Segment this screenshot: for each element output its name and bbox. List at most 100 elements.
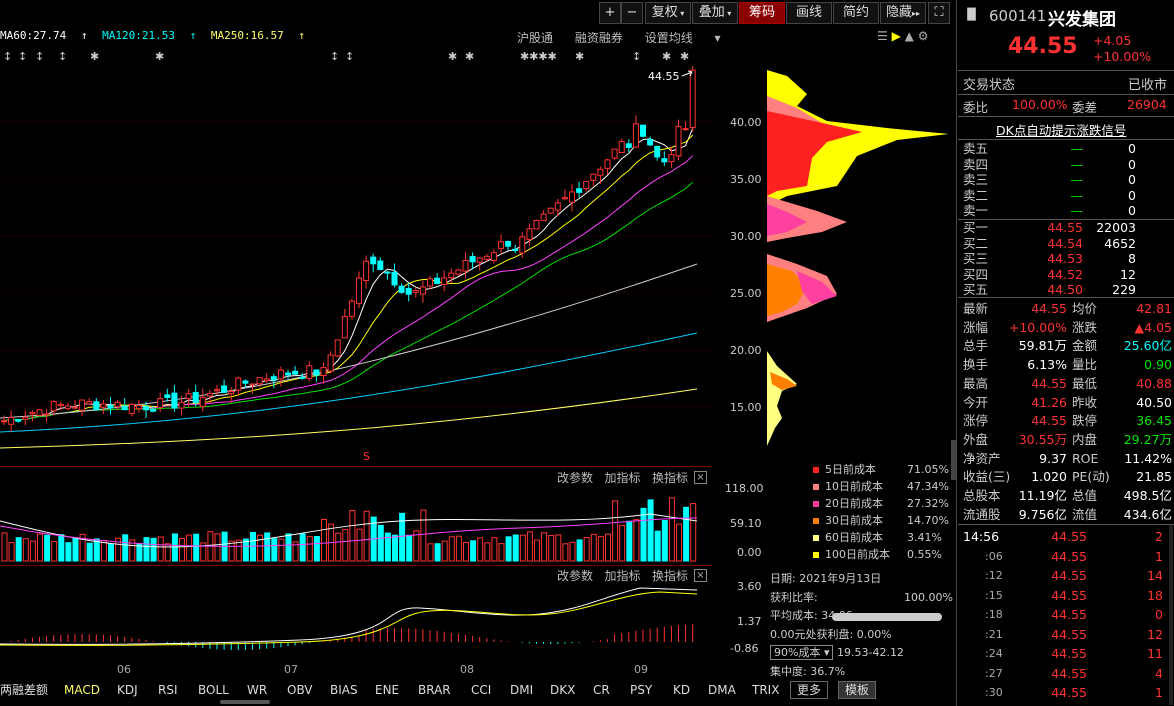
kline-chart[interactable]: ↕ ↕ ↕ ↕ ✱ ✱ ↕ ↕ ✱ ✱ ✱✱✱✱ ✱ ↕ ✱ ✱ S 44.55 <box>0 46 712 466</box>
candle-body <box>64 405 71 409</box>
tab-1[interactable]: MACD <box>64 680 100 700</box>
volume-bar <box>264 532 271 562</box>
level-price: 44.52 <box>1047 266 1083 282</box>
buy-level[interactable]: 买一 44.55 22003 <box>963 220 1169 236</box>
month-tick: 08 <box>460 663 474 676</box>
tab-3[interactable]: RSI <box>158 680 178 700</box>
tab-14[interactable]: PSY <box>630 680 652 700</box>
level-volume: 4652 <box>1104 235 1136 251</box>
tab-12[interactable]: DKX <box>550 680 575 700</box>
buy-level[interactable]: 买五 44.50 229 <box>963 282 1169 298</box>
yincang-button[interactable]: 隐藏▸▸ <box>880 2 926 24</box>
tab-19[interactable]: 模板 <box>838 681 877 699</box>
tick-scrollbar[interactable] <box>1169 525 1173 705</box>
menu-icon[interactable]: ▐▌ <box>963 8 980 21</box>
dk-signal-link[interactable]: DK点自动提示涨跌信号 <box>996 120 1126 139</box>
vol-add-indicator[interactable]: 加指标 <box>604 471 640 485</box>
tab-9[interactable]: BRAR <box>418 680 451 700</box>
macd-tick: 1.37 <box>737 615 762 628</box>
buy-level[interactable]: 买四 44.52 12 <box>963 267 1169 283</box>
cost-range-value: 19.53-42.12 <box>836 646 904 659</box>
tab-6[interactable]: OBV <box>287 680 313 700</box>
candle-body <box>398 285 405 293</box>
tab-16[interactable]: DMA <box>708 680 736 700</box>
ma-line <box>0 332 698 433</box>
rongzi-link[interactable]: 融资融券 <box>575 31 623 45</box>
cursor-icon[interactable]: ▲ <box>905 29 914 43</box>
candle-body <box>277 369 284 380</box>
tab-2[interactable]: KDJ <box>117 680 138 700</box>
tab-10[interactable]: CCI <box>471 680 491 700</box>
zero-profit: 0.00元处获利盘: 0.00% <box>770 627 892 641</box>
macd-close-icon[interactable]: × <box>694 569 707 582</box>
tab-7[interactable]: BIAS <box>330 680 358 700</box>
vol-close-icon[interactable]: × <box>694 471 707 484</box>
sell-level[interactable]: 卖三 — 0 <box>963 172 1169 188</box>
quote-row: 总手 59.81万 金额 25.60亿 <box>963 336 1172 356</box>
list-icon[interactable]: ☰ <box>877 29 888 43</box>
quote-value: 6.13% <box>1027 357 1067 373</box>
event-mark: ↕ <box>58 50 67 63</box>
buy-level[interactable]: 买三 44.53 8 <box>963 251 1169 267</box>
tab-18[interactable]: 更多 <box>790 681 829 699</box>
price-tick: 40.00 <box>730 116 762 129</box>
quote-value: 59.81万 <box>1018 338 1067 354</box>
quote-value: 9.37 <box>1039 450 1067 466</box>
tab-17[interactable]: TRIX <box>752 680 779 700</box>
sell-level[interactable]: 卖五 — 0 <box>963 141 1169 157</box>
quote-value: ▲4.05 <box>1134 319 1172 335</box>
tab-5[interactable]: WR <box>247 680 267 700</box>
jianjie-button[interactable]: 简约 <box>833 2 879 24</box>
level-label: 买五 <box>963 282 989 297</box>
legend-value: 27.32% <box>907 497 949 510</box>
last-price-tag: 44.55 <box>648 70 693 83</box>
tab-4[interactable]: BOLL <box>198 680 229 700</box>
fullscreen-button[interactable]: ⛶ <box>928 2 950 24</box>
quote-value: 9.756亿 <box>1018 506 1067 522</box>
chip-distribution-chart[interactable] <box>767 46 952 466</box>
tab-15[interactable]: KD <box>673 680 690 700</box>
volume-bar <box>498 543 505 562</box>
ma-line <box>0 263 698 419</box>
sell-level[interactable]: 卖一 — 0 <box>963 203 1169 219</box>
tab-scroll-handle[interactable] <box>220 700 270 704</box>
macd-modify-params[interactable]: 改参数 <box>557 569 593 583</box>
volume-bar <box>519 534 526 562</box>
fuquan-button[interactable]: 复权 ▾ <box>645 2 691 24</box>
tab-11[interactable]: DMI <box>510 680 533 700</box>
tick-price: 44.55 <box>1051 587 1087 603</box>
ma-settings-link[interactable]: 设置均线 ▾ <box>645 31 721 45</box>
quote-label: PE(动) <box>1072 469 1110 485</box>
quote-label: 最新 <box>963 301 989 316</box>
sell-level[interactable]: 卖二 — 0 <box>963 188 1169 204</box>
volume-bar <box>668 497 675 562</box>
chouma-button[interactable]: 筹码 <box>739 2 785 24</box>
vol-swap-indicator[interactable]: 换指标 <box>652 471 688 485</box>
divider <box>958 94 1174 95</box>
quote-label: 涨跌 <box>1072 319 1098 335</box>
gear-icon[interactable]: ⚙ <box>918 29 929 43</box>
hugutong-link[interactable]: 沪股通 <box>517 31 553 45</box>
huaxian-button[interactable]: 画线 <box>786 2 832 24</box>
macd-swap-indicator[interactable]: 换指标 <box>652 569 688 583</box>
volume-bar <box>122 534 129 562</box>
vol-modify-params[interactable]: 改参数 <box>557 471 593 485</box>
flag-icon[interactable]: ▶ <box>892 29 901 43</box>
cost-range-select[interactable]: 90%成本 ▾ <box>770 645 834 660</box>
sell-level[interactable]: 卖四 — 0 <box>963 157 1169 173</box>
tab-8[interactable]: ENE <box>375 680 399 700</box>
tab-13[interactable]: CR <box>593 680 610 700</box>
candle-body <box>299 376 306 379</box>
zoom-out-button[interactable]: − <box>621 2 643 24</box>
volume-bar <box>512 534 519 562</box>
tab-0[interactable]: 两融差额 <box>0 680 48 700</box>
event-mark: ↕ <box>345 50 354 63</box>
zoom-in-button[interactable]: + <box>599 2 621 24</box>
macd-add-indicator[interactable]: 加指标 <box>604 569 640 583</box>
legend-value: 14.70% <box>907 514 949 527</box>
candle-body <box>228 391 235 395</box>
buy-level[interactable]: 买二 44.54 4652 <box>963 236 1169 252</box>
legend-label: 5日前成本 <box>825 463 876 476</box>
diejia-button[interactable]: 叠加 ▾ <box>692 2 738 24</box>
event-mark: ✱ <box>90 50 99 63</box>
